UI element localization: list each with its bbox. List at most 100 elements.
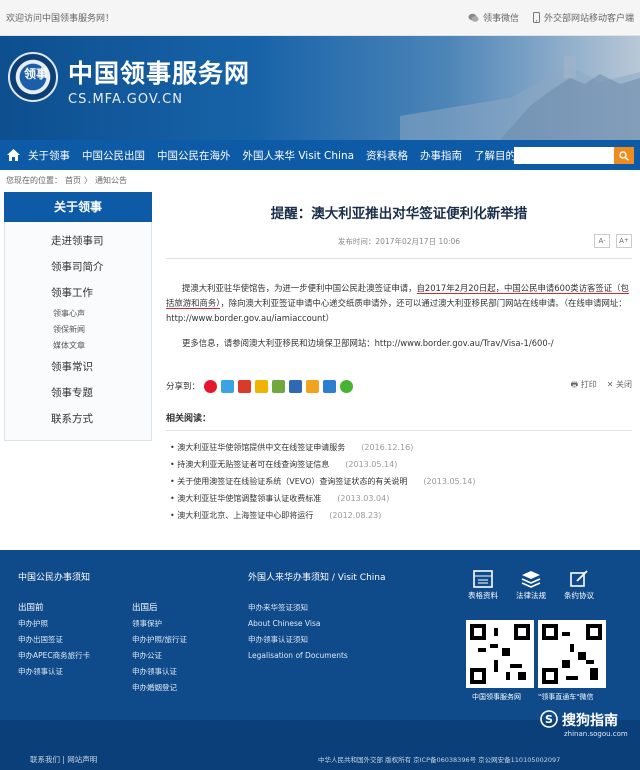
footer-link[interactable]: 领事保护 <box>132 616 187 632</box>
sidebar-item-contact[interactable]: 联系方式 <box>5 406 151 432</box>
svg-text:S: S <box>545 713 553 726</box>
wechat-icon <box>468 13 479 22</box>
article: 提醒：澳大利亚推出对华签证便利化新举措 发布时间：2017年02月17日 10:… <box>166 192 632 524</box>
edit-icon <box>570 570 588 587</box>
search-input[interactable] <box>514 147 614 164</box>
list-item[interactable]: • 关于使用澳签证在线验证系统（VEVO）查询签证状态的有关说明 (2013.05… <box>166 473 632 490</box>
tencent-share-icon[interactable] <box>323 379 337 393</box>
qr-label-website: 中国领事服务网 <box>472 693 521 701</box>
nav-item-about[interactable]: 关于领事 <box>28 148 70 163</box>
font-smaller-button[interactable]: A- <box>594 234 610 248</box>
breadcrumb: 您现在的位置： 首页 〉 通知公告 <box>0 170 640 188</box>
share-bar: 分享到： 🖶 打印 ✕ 关闭 <box>166 379 632 393</box>
sidebar-header[interactable]: 关于领事 <box>4 192 152 222</box>
great-wall-image <box>400 56 640 140</box>
sidebar-item-intro[interactable]: 走进领事司 <box>5 228 151 254</box>
sidebar-sub-news[interactable]: 领保新闻 <box>5 322 151 338</box>
sidebar-item-profile[interactable]: 领事司简介 <box>5 254 151 280</box>
footer-heading-foreigners: 外国人来华办事须知 / Visit China <box>248 573 386 583</box>
breadcrumb-current[interactable]: 通知公告 <box>95 175 127 188</box>
bottom-links[interactable]: 联系我们 | 网站声明 <box>30 754 97 765</box>
douban-share-icon[interactable] <box>289 379 303 393</box>
footer-link[interactable]: Legalisation of Documents <box>248 648 348 664</box>
home-button[interactable] <box>4 146 22 164</box>
sidebar: 关于领事 走进领事司 领事司简介 领事工作 领事心声 领保新闻 媒体文章 领事常… <box>4 192 152 441</box>
footer-link[interactable]: About Chinese Visa <box>248 616 348 632</box>
qr-code-icon <box>542 624 602 684</box>
footer-link[interactable]: 申办APEC商务旅行卡 <box>18 648 90 664</box>
weibo-share-icon[interactable] <box>204 379 218 393</box>
nav-item-overseas[interactable]: 中国公民在海外 <box>157 148 231 163</box>
laws-shortcut[interactable]: 法律法规 <box>508 570 554 601</box>
qr-label-wechat: "领事直通车"微信 <box>538 693 594 701</box>
welcome-text: 欢迎访问中国领事服务网！ <box>6 14 115 24</box>
article-paragraph-1: 提澳大利亚驻华使馆告，为进一步便利中国公民赴澳签证申请，自2017年2月20日起… <box>166 283 629 323</box>
phone-icon <box>532 12 540 23</box>
forms-shortcut[interactable]: 表格资料 <box>460 570 506 601</box>
list-item[interactable]: • 澳大利亚驻华使领馆提供中文在线签证申请服务 (2016.12.16) <box>166 439 632 456</box>
treaties-shortcut[interactable]: 条约协议 <box>556 570 602 601</box>
footer-link[interactable]: 申办领事认证须知 <box>248 632 348 648</box>
qr-code-icon <box>470 624 530 684</box>
footer-col-before: 出国前 申办护照 申办出国签证 申办APEC商务旅行卡 申办领事认证 <box>18 600 90 680</box>
qq-share-icon[interactable] <box>306 379 320 393</box>
sidebar-item-topics[interactable]: 领事专题 <box>5 380 151 406</box>
main-nav: 关于领事 中国公民出国 中国公民在海外 外国人来华 Visit China 资料… <box>0 140 640 170</box>
sidebar-sub-media[interactable]: 媒体文章 <box>5 338 151 354</box>
sidebar-item-knowledge[interactable]: 领事常识 <box>5 354 151 380</box>
qzone-share-icon[interactable] <box>221 379 235 393</box>
footer-link[interactable]: 申办领事认证 <box>132 664 187 680</box>
nav-item-guide[interactable]: 办事指南 <box>420 148 462 163</box>
related-heading: 相关阅读： <box>166 411 632 431</box>
layers-icon <box>521 571 541 588</box>
mobile-client-link[interactable]: 外交部网站移动客户端 <box>532 11 634 24</box>
list-item[interactable]: • 持澳大利亚无贴签证者可在线查询签证信息 (2013.05.14) <box>166 456 632 473</box>
wechat-link[interactable]: 领事微信 <box>468 11 519 24</box>
article-title: 提醒：澳大利亚推出对华签证便利化新举措 <box>270 206 528 222</box>
footer-col-visit: 申办来华签证须知 About Chinese Visa 申办领事认证须知 Leg… <box>248 600 348 664</box>
font-larger-button[interactable]: A + <box>616 234 632 248</box>
search-button[interactable] <box>614 147 634 164</box>
pdf-share-icon[interactable] <box>238 379 252 393</box>
sogou-logo-icon: S <box>540 710 558 728</box>
consular-logo[interactable]: 领事 <box>8 52 58 102</box>
search-box <box>514 147 634 164</box>
footer-link[interactable]: 申办领事认证 <box>18 664 90 680</box>
kaixin-share-icon[interactable] <box>272 379 286 393</box>
footer-link[interactable]: 申办公证 <box>132 648 187 664</box>
qr-code-website <box>466 620 534 688</box>
site-url: CS.MFA.GOV.CN <box>68 92 183 107</box>
article-paragraph-2: 更多信息，请参阅澳大利亚移民和边境保卫部网站：http://www.border… <box>182 338 554 348</box>
list-item[interactable]: • 澳大利亚北京、上海签证中心即将运行 (2012.08.23) <box>166 507 632 524</box>
nav-item-forms[interactable]: 资料表格 <box>366 148 408 163</box>
nav-item-going-abroad[interactable]: 中国公民出国 <box>82 148 145 163</box>
site-title: 中国领事服务网 <box>68 59 251 88</box>
nav-item-visit-china[interactable]: 外国人来华 Visit China <box>243 148 355 163</box>
header-banner: 领事 中国领事服务网 CS.MFA.GOV.CN <box>0 36 640 140</box>
wechat-share-icon[interactable] <box>340 379 354 393</box>
renren-share-icon[interactable] <box>255 379 269 393</box>
sidebar-sub-voice[interactable]: 领事心声 <box>5 306 151 322</box>
related-list: • 澳大利亚驻华使领馆提供中文在线签证申请服务 (2016.12.16) • 持澳… <box>166 439 632 524</box>
footer-heading-citizens: 中国公民办事须知 <box>18 573 91 583</box>
sidebar-item-work[interactable]: 领事工作 <box>5 280 151 306</box>
top-bar: 欢迎访问中国领事服务网！ 领事微信 外交部网站移动客户端 <box>0 0 640 36</box>
list-item[interactable]: • 澳大利亚驻华使馆调整领事认证收费标准 (2013.03.04) <box>166 490 632 507</box>
footer-col-after: 出国后 领事保护 申办护照/旅行证 申办公证 申办领事认证 申办婚姻登记 <box>132 600 187 696</box>
footer-link[interactable]: 申办来华签证须知 <box>248 600 348 616</box>
bottom-bar: 联系我们 | 网站声明 中华人民共和国外交部 版权所有 京ICP备0603839… <box>0 710 640 770</box>
footer-link[interactable]: 申办婚姻登记 <box>132 680 187 696</box>
close-button[interactable]: ✕ 关闭 <box>607 379 632 393</box>
footer-link[interactable]: 申办护照/旅行证 <box>132 632 187 648</box>
search-icon <box>619 150 629 161</box>
print-button[interactable]: 🖶 打印 <box>571 379 597 393</box>
home-icon <box>6 149 20 161</box>
footer-link[interactable]: 申办出国签证 <box>18 632 90 648</box>
footer: 中国公民办事须知 外国人来华办事须知 / Visit China 出国前 申办护… <box>0 550 640 720</box>
footer-link[interactable]: 申办护照 <box>18 616 90 632</box>
breadcrumb-home[interactable]: 首页 <box>65 175 81 188</box>
article-meta: 发布时间：2017年02月17日 10:06 A- A + <box>166 234 632 250</box>
sogou-watermark: S 搜狗指南 zhinan.sogou.com <box>540 708 636 748</box>
table-icon <box>473 570 493 588</box>
qr-code-wechat <box>538 620 606 688</box>
